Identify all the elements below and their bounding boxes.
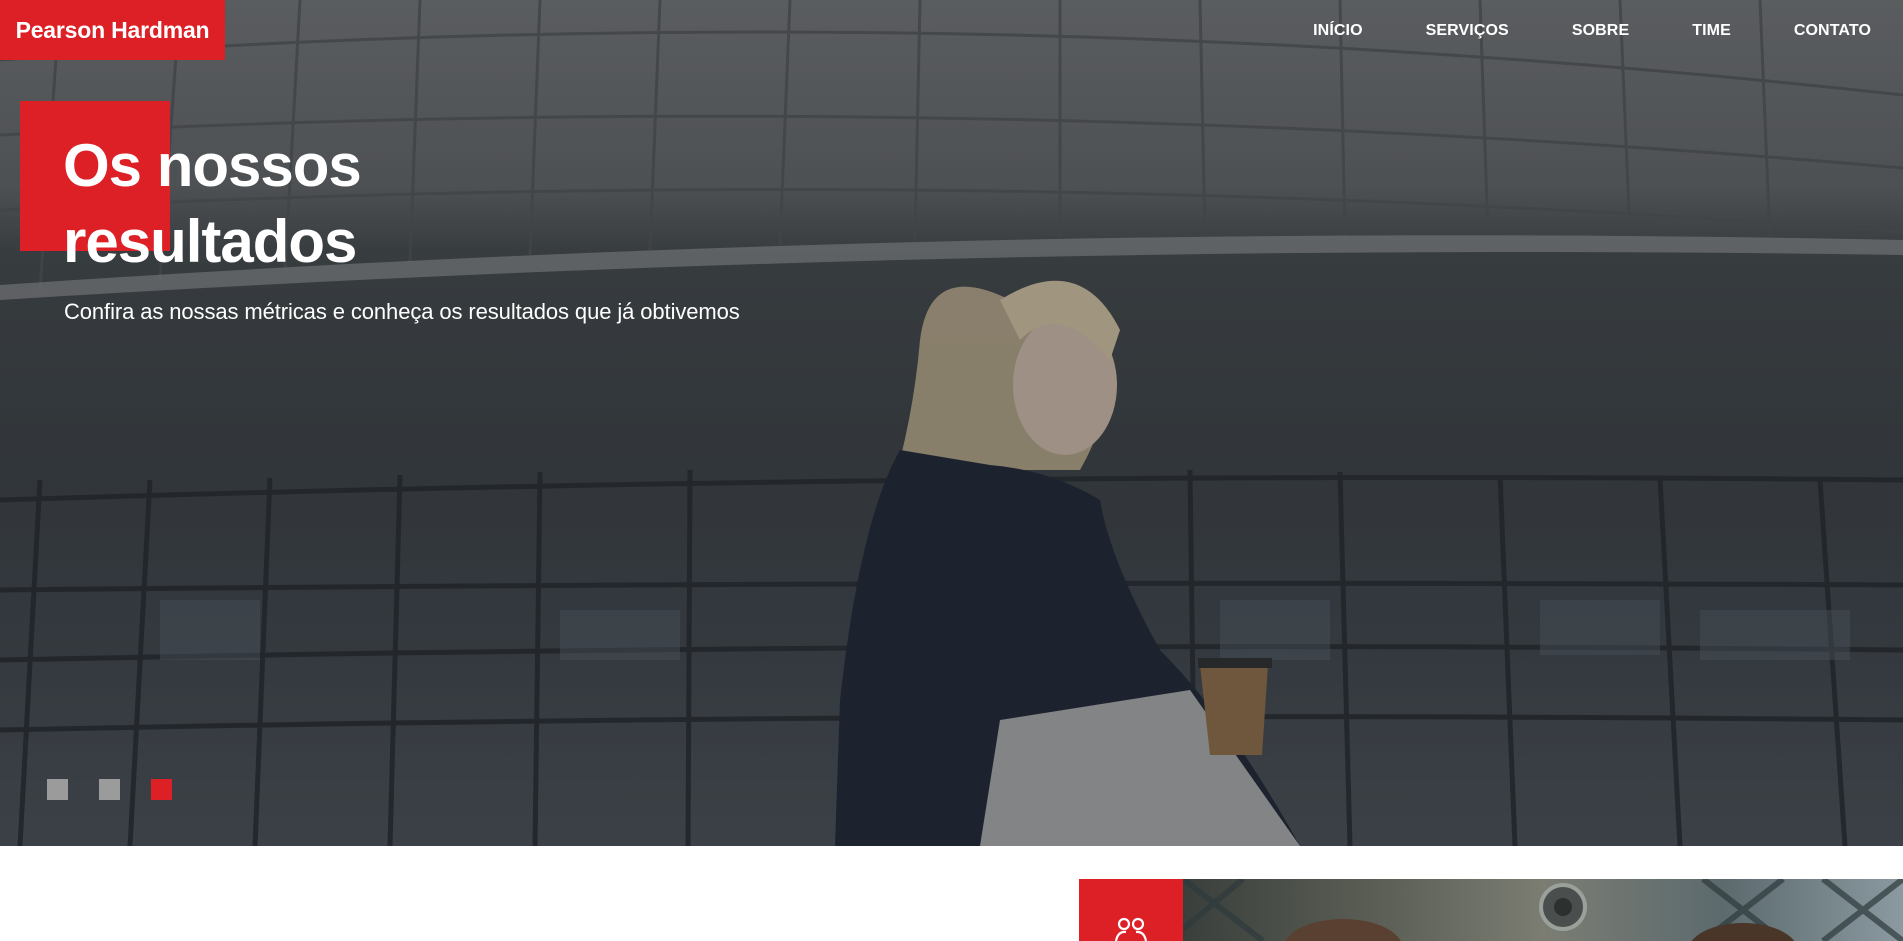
nav-item-servicos[interactable]: SERVIÇOS [1426, 22, 1509, 40]
hero-title-line-2: resultados [63, 208, 357, 275]
slider-pagination [47, 779, 203, 800]
brand-name: Pearson Hardman [15, 16, 210, 43]
hero-subtitle: Confira as nossas métricas e conheça os … [64, 299, 740, 324]
team-icon [1114, 917, 1148, 941]
main-nav: INÍCIO SERVIÇOS SOBRE TIME CONTATO [1282, 0, 1903, 62]
hero-section: Pearson Hardman INÍCIO SERVIÇOS SOBRE TI… [0, 0, 1903, 846]
brand-logo[interactable]: Pearson Hardman [0, 0, 225, 60]
nav-item-sobre[interactable]: SOBRE [1572, 22, 1629, 40]
slider-dot-2[interactable] [99, 779, 120, 800]
slider-dot-1[interactable] [47, 779, 68, 800]
hero-title: Os nossos resultados [63, 128, 362, 280]
hero-background-image [0, 0, 1903, 846]
feature-icon-box [1079, 879, 1183, 941]
nav-item-time[interactable]: TIME [1692, 22, 1731, 40]
nav-item-inicio[interactable]: INÍCIO [1313, 22, 1363, 40]
nav-item-contato[interactable]: CONTATO [1794, 22, 1871, 40]
hero-title-line-1: Os nossos [63, 132, 362, 199]
slider-dot-3-active[interactable] [151, 779, 172, 800]
feature-photo [1183, 879, 1903, 941]
